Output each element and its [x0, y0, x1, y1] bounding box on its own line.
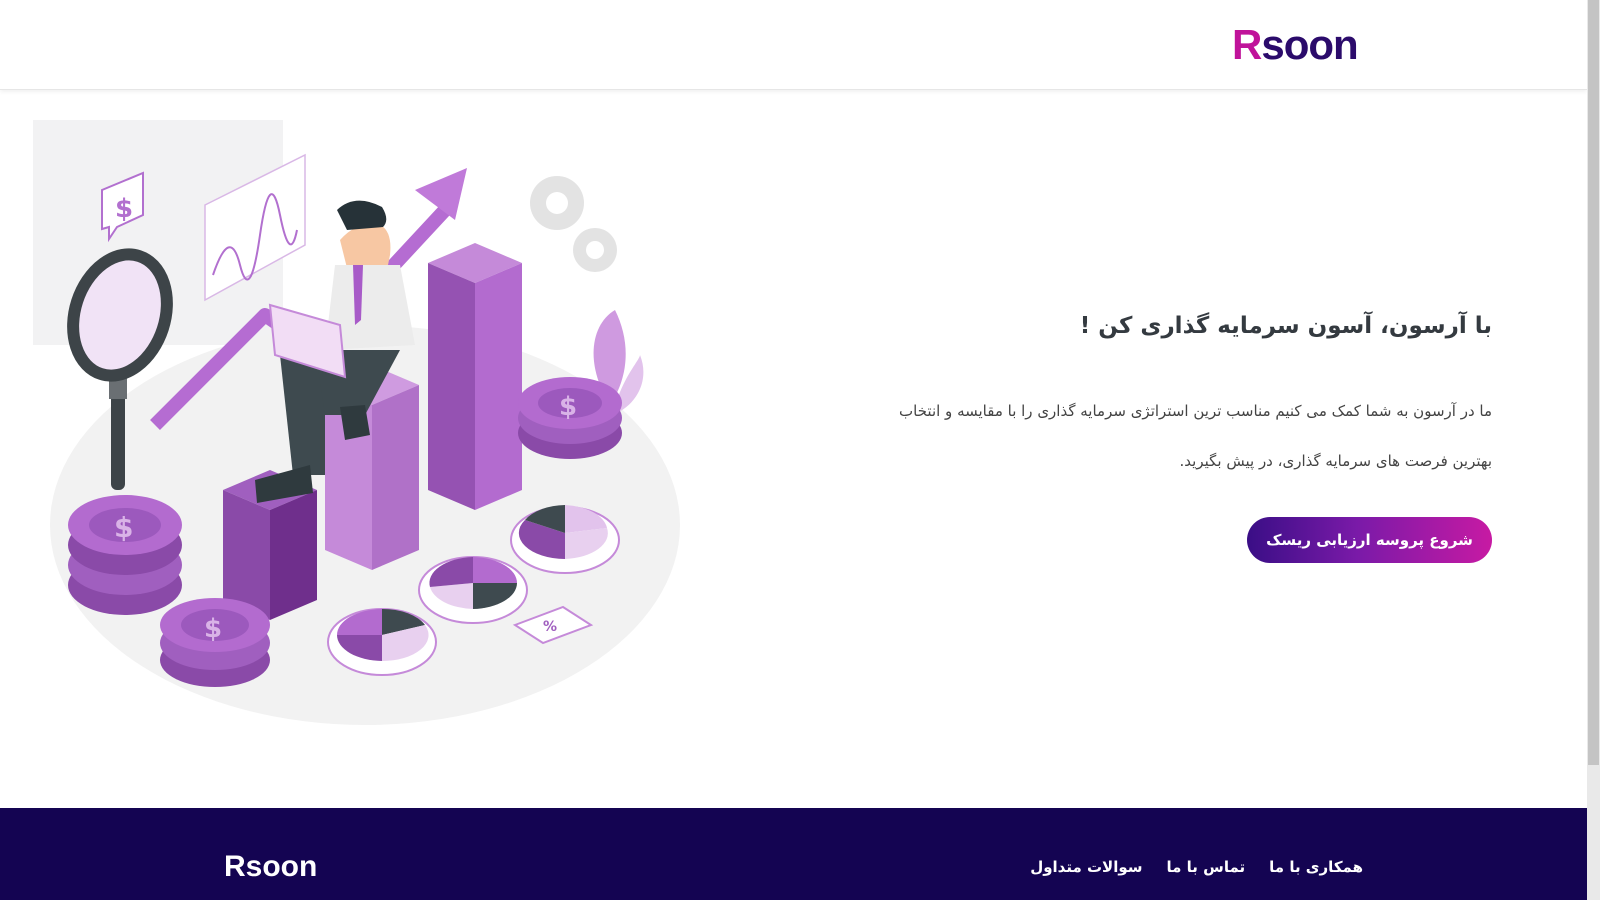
hero-description-line-2: بهترین فرصت های سرمایه گذاری، در پیش بگی…: [1179, 452, 1493, 470]
footer-nav: همکاری با ما تماس با ما سوالات متداول: [1030, 858, 1363, 876]
percent-tag-symbol: %: [543, 619, 557, 635]
footer-link-faq[interactable]: سوالات متداول: [1030, 858, 1142, 876]
hero-description-line-1: ما در آرسون به شما کمک می کنیم مناسب تری…: [899, 402, 1492, 420]
site-header: Rsoon: [0, 0, 1587, 90]
hero-description: ما در آرسون به شما کمک می کنیم مناسب تری…: [872, 386, 1492, 486]
coin-left-symbol: $: [114, 511, 133, 544]
footer-link-cooperate[interactable]: همکاری با ما: [1269, 858, 1363, 876]
scrollbar-thumb[interactable]: [1588, 0, 1599, 765]
site-footer: Rsoon همکاری با ما تماس با ما سوالات متد…: [0, 808, 1587, 900]
investment-illustration: $ $ $ $ %: [33, 120, 680, 725]
logo-letter-r: R: [1232, 21, 1262, 68]
gears-icon: [530, 176, 617, 272]
footer-logo[interactable]: Rsoon: [224, 850, 317, 884]
pie-chart-left-icon: [327, 608, 437, 676]
start-risk-assessment-button[interactable]: شروع پروسه ارزیابی ریسک: [1247, 517, 1492, 563]
site-logo[interactable]: Rsoon: [1232, 20, 1359, 70]
coin-stack-bottom-icon: $: [160, 598, 270, 687]
footer-link-contact[interactable]: تماس با ما: [1167, 858, 1246, 876]
page-scrollbar[interactable]: [1587, 0, 1600, 900]
dollar-tag-symbol: $: [115, 194, 133, 224]
coin-stack-right-icon: $: [518, 377, 622, 459]
logo-wordmark: soon: [1261, 21, 1358, 68]
coin-bottom-symbol: $: [204, 614, 222, 644]
coin-stack-left-icon: $: [68, 495, 182, 615]
pie-chart-middle-icon: [418, 556, 528, 624]
coin-right-symbol: $: [559, 392, 577, 422]
hero-title: با آرسون، آسون سرمایه گذاری کن !: [1079, 313, 1492, 339]
